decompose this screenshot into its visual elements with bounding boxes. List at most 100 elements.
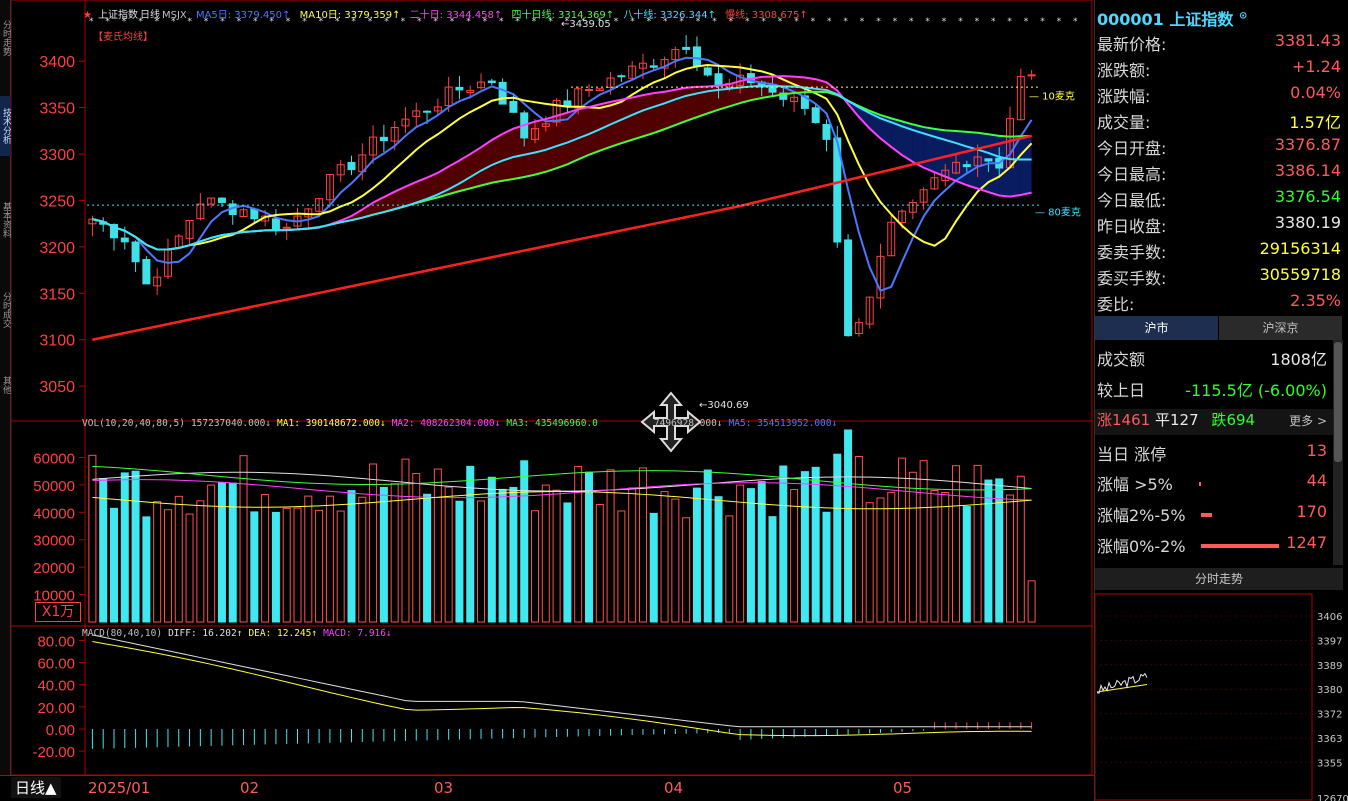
volume-bar bbox=[228, 482, 237, 623]
quote-value: 30559718 bbox=[1259, 265, 1341, 284]
ma-band-fill bbox=[535, 119, 546, 175]
volume-bar bbox=[574, 465, 583, 623]
volume-bar bbox=[412, 473, 421, 623]
signal-star-icon: * bbox=[975, 17, 980, 27]
volume-bar bbox=[844, 429, 853, 623]
period-button[interactable]: 日线▲ bbox=[11, 777, 61, 798]
tab-sh-market[interactable]: 沪市 bbox=[1095, 316, 1218, 340]
volume-bar bbox=[293, 507, 302, 623]
candle-body bbox=[423, 110, 432, 113]
tab-technical[interactable]: 技术分析 bbox=[0, 96, 11, 156]
volume-bar bbox=[973, 464, 982, 623]
signal-star-icon: * bbox=[991, 17, 996, 27]
vol-ma4: 7496928.000↓ bbox=[653, 418, 723, 429]
quote-row: 委卖手数: 29156314 bbox=[1095, 239, 1345, 265]
volume-bar bbox=[682, 517, 691, 623]
volume-bar bbox=[196, 500, 205, 623]
up-label: 涨 bbox=[1097, 411, 1113, 429]
turnover-row: 成交额 1808亿 bbox=[1095, 346, 1335, 372]
tab-other[interactable]: 其他 bbox=[0, 370, 11, 400]
tab-all-market[interactable]: 沪深京 bbox=[1219, 316, 1342, 340]
breadth-counts: 涨1461 平127 跌694 bbox=[1097, 409, 1255, 430]
ma-band-fill bbox=[578, 106, 589, 160]
signal-star-icon: * bbox=[925, 17, 930, 27]
candle-body bbox=[962, 164, 971, 168]
band-bar bbox=[1201, 513, 1212, 517]
intraday-tick-label: 3380 bbox=[1317, 685, 1342, 696]
scroll-thumb[interactable] bbox=[1334, 342, 1342, 462]
quote-label: 今日开盘: bbox=[1097, 139, 1167, 158]
more-link[interactable]: 更多 > bbox=[1289, 412, 1327, 429]
candle-body bbox=[142, 259, 151, 285]
panel-scrollbar[interactable] bbox=[1333, 340, 1343, 565]
quote-row: 最新价格: 3381.43 bbox=[1095, 31, 1345, 57]
quote-label: 今日最低: bbox=[1097, 191, 1167, 210]
macd-value: MACD: 7.916↓ bbox=[323, 628, 392, 639]
macd-diff: DIFF: 16.202↑ bbox=[168, 628, 243, 639]
left-tab-strip: 分时走势 技术分析 基本资料 分时成交 其他 bbox=[0, 0, 11, 801]
volume-tick-label: 20000 bbox=[33, 560, 75, 577]
ma10-value: MA10日: 3379.359↑ bbox=[299, 10, 401, 21]
intraday-header[interactable]: 分时走势 bbox=[1095, 568, 1343, 590]
signal-star-icon: * bbox=[1057, 17, 1062, 27]
quote-label: 成交量: bbox=[1097, 113, 1151, 132]
intraday-price-line bbox=[1096, 672, 1148, 694]
tab-fundamentals[interactable]: 基本资料 bbox=[0, 190, 11, 250]
kline-chart[interactable]: 3400 3350 3300 3250 3200 3150 3100 3050 60000 500… bbox=[11, 0, 1093, 775]
volume-bar bbox=[995, 478, 1004, 623]
volume-bar bbox=[487, 476, 496, 623]
volume-bar bbox=[347, 490, 356, 623]
stock-code: 000001 bbox=[1097, 10, 1164, 29]
volume-bar bbox=[455, 500, 464, 623]
volume-bar bbox=[952, 465, 961, 623]
ma80-value: 八十线: 3326.344↑ bbox=[623, 10, 716, 21]
tab-intraday[interactable]: 分时走势 bbox=[0, 8, 11, 68]
month-label-may: 05 bbox=[893, 779, 913, 797]
quote-value: 3386.14 bbox=[1274, 161, 1341, 180]
band-bar bbox=[1199, 482, 1201, 486]
candle-body bbox=[379, 136, 388, 142]
volume-bar bbox=[531, 510, 540, 623]
quote-row: 成交量: 1.57亿 bbox=[1095, 109, 1345, 135]
volume-bar bbox=[703, 469, 712, 623]
kline-svg[interactable]: 3400 3350 3300 3250 3200 3150 3100 3050 60000 500… bbox=[11, 0, 1093, 775]
indicator-tag: 【麦氏均线】 bbox=[93, 32, 153, 43]
month-label-apr: 04 bbox=[664, 779, 684, 797]
volume-bar bbox=[941, 492, 950, 623]
macd-tick-label: 40.00 bbox=[37, 678, 75, 695]
intraday-tick-label: 3397 bbox=[1317, 636, 1342, 647]
tab-trades[interactable]: 分时成交 bbox=[0, 280, 11, 340]
volume-bar bbox=[811, 466, 820, 623]
volume-bar bbox=[142, 516, 151, 623]
info-icon[interactable]: ⊙ bbox=[1239, 11, 1247, 22]
ma-band-fill bbox=[642, 93, 654, 137]
volume-bar bbox=[185, 513, 194, 623]
intraday-mini-chart[interactable]: 3406 3397 3389 3380 3372 3363 3355 12670 bbox=[1094, 592, 1348, 801]
breadth-row: 涨1461 平127 跌694 更多 > bbox=[1095, 409, 1335, 435]
volume-bar bbox=[541, 484, 550, 623]
quote-value: 3381.43 bbox=[1274, 31, 1341, 50]
volume-bar bbox=[282, 507, 291, 623]
band-value: 170 bbox=[1296, 502, 1327, 521]
volume-tick-label: 60000 bbox=[33, 450, 75, 467]
rise-band-row: 涨幅0%-2% 1247 bbox=[1095, 533, 1335, 559]
quote-row: 昨日收盘: 3380.19 bbox=[1095, 213, 1345, 239]
vol-ma2: MA2: 408262304.000↓ bbox=[391, 418, 501, 429]
volume-bar bbox=[919, 460, 928, 623]
volume-bar bbox=[584, 471, 593, 623]
intraday-tick-label: 3355 bbox=[1317, 758, 1342, 769]
vol-ma5: MA5: 354513952.000↓ bbox=[728, 418, 838, 429]
intraday-tick-label: 3363 bbox=[1317, 734, 1342, 745]
quote-label: 委卖手数: bbox=[1097, 243, 1167, 262]
macd-dea: DEA: 12.245↑ bbox=[248, 628, 318, 639]
volume-bar bbox=[1016, 475, 1025, 623]
month-label-feb: 02 bbox=[240, 779, 260, 797]
signal-star-icon: * bbox=[958, 17, 963, 27]
candle-body bbox=[217, 197, 226, 203]
ma-band-fill bbox=[966, 131, 978, 189]
flat-label: 平 bbox=[1154, 411, 1170, 429]
down-label: 跌 bbox=[1211, 411, 1227, 429]
volume-bar bbox=[433, 468, 442, 623]
quote-row: 今日最高: 3386.14 bbox=[1095, 161, 1345, 187]
quote-label: 涨跌额: bbox=[1097, 61, 1151, 80]
